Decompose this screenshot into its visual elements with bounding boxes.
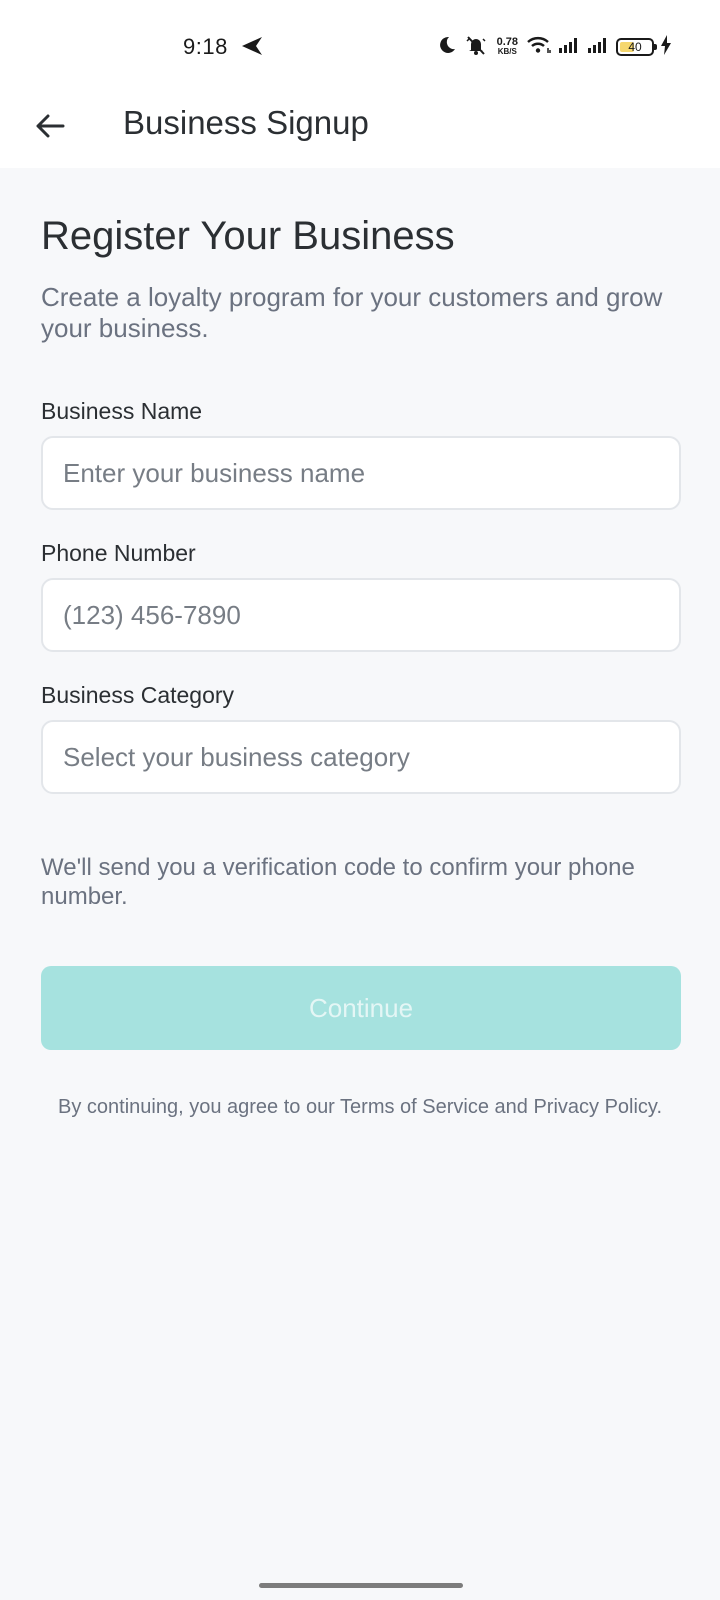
business-category-placeholder: Select your business category [63, 741, 410, 772]
navigation-arrow-icon [241, 36, 263, 61]
business-name-input[interactable]: Enter your business name [41, 436, 681, 510]
wifi-icon [526, 35, 552, 60]
register-subtitle: Create a loyalty program for your custom… [41, 282, 663, 343]
bell-off-icon [463, 34, 489, 61]
continue-button-label: Continue [308, 992, 414, 1023]
page-title: Business Signup [123, 104, 369, 141]
network-speed: 0.78 KB/S [496, 36, 518, 57]
business-category-label: Business Category [41, 682, 235, 708]
continue-button[interactable]: Continue [41, 966, 681, 1050]
phone-number-input[interactable]: (123) 456-7890 [41, 578, 681, 652]
register-heading: Register Your Business [41, 214, 455, 258]
phone-number-placeholder: (123) 456-7890 [63, 599, 241, 630]
business-category-select[interactable]: Select your business category [41, 720, 681, 794]
moon-icon [437, 35, 457, 60]
status-bar: 9:18 0.78 KB/S 40 [0, 0, 720, 96]
charging-icon [660, 34, 672, 60]
status-icons: 0.78 KB/S 40 [437, 34, 672, 60]
network-speed-value: 0.78 [496, 36, 518, 48]
business-name-label: Business Name [41, 398, 203, 424]
home-indicator[interactable] [259, 1583, 463, 1588]
back-button[interactable] [28, 106, 72, 150]
phone-number-label: Phone Number [41, 540, 196, 566]
signal-icon [586, 36, 610, 59]
status-time: 9:18 [183, 34, 228, 59]
arrow-left-icon [35, 113, 65, 144]
network-speed-unit: KB/S [497, 47, 517, 56]
battery-indicator: 40 [616, 38, 657, 56]
signal-icon [558, 36, 580, 59]
business-name-placeholder: Enter your business name [63, 457, 366, 488]
battery-level: 40 [628, 40, 642, 54]
verification-note: We'll send you a verification code to co… [41, 854, 635, 910]
terms-notice: By continuing, you agree to our Terms of… [58, 1096, 662, 1118]
